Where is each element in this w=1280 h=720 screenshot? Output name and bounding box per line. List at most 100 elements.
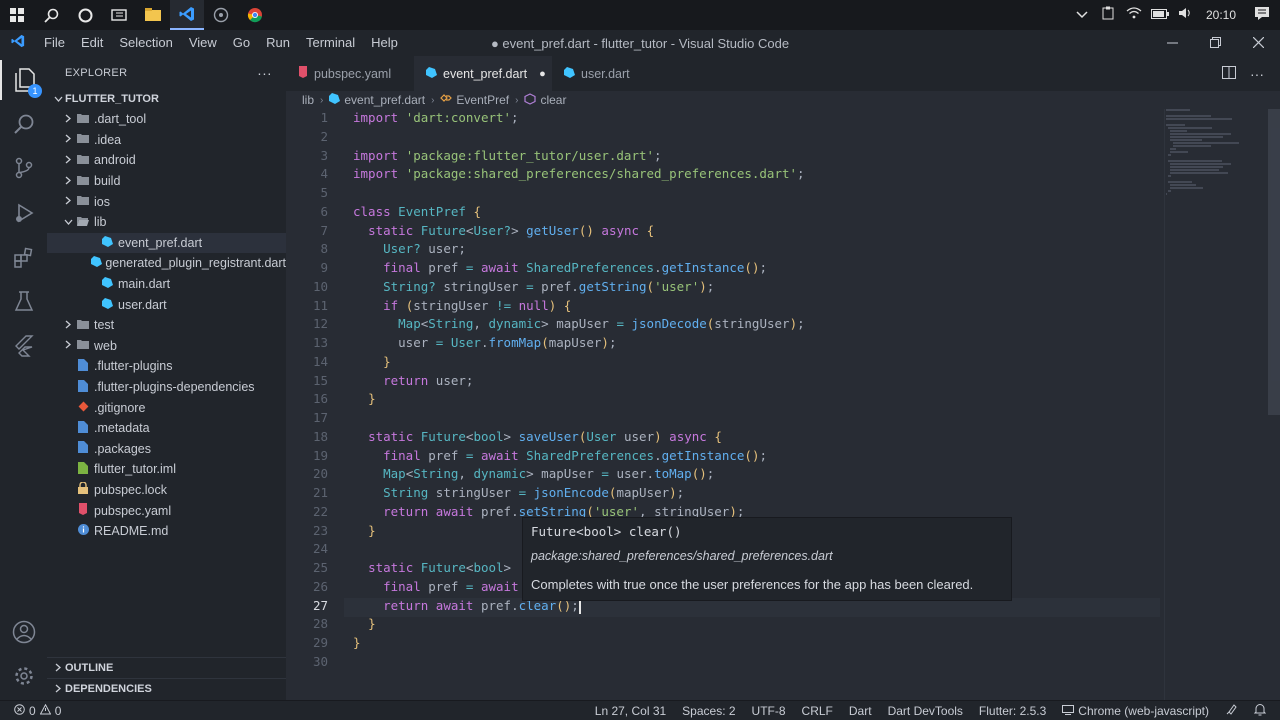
tree-item[interactable]: pubspec.yaml bbox=[47, 500, 286, 521]
feedback-icon[interactable] bbox=[1225, 703, 1238, 719]
settings-gear-icon[interactable] bbox=[0, 656, 47, 696]
tree-item[interactable]: .gitignore bbox=[47, 397, 286, 418]
tab-pubspec-yaml[interactable]: pubspec.yaml bbox=[286, 56, 414, 91]
search-view-icon[interactable] bbox=[0, 104, 47, 144]
tree-item[interactable]: event_pref.dart bbox=[47, 232, 286, 254]
tree-item[interactable]: .flutter-plugins-dependencies bbox=[47, 377, 286, 398]
dart-devtools[interactable]: Dart DevTools bbox=[888, 704, 963, 718]
wifi-icon[interactable] bbox=[1124, 7, 1144, 23]
code-line[interactable]: user = User.fromMap(mapUser); bbox=[353, 334, 1153, 353]
language-mode[interactable]: Dart bbox=[849, 704, 872, 718]
outline-section[interactable]: OUTLINE bbox=[47, 657, 286, 678]
extensions-icon[interactable] bbox=[0, 238, 47, 278]
editor-scrollbar[interactable] bbox=[1268, 109, 1280, 415]
code-line[interactable]: String stringUser = jsonEncode(mapUser); bbox=[353, 484, 1153, 503]
tree-item[interactable]: pubspec.lock bbox=[47, 480, 286, 501]
explorer-icon[interactable]: 1 bbox=[0, 60, 47, 100]
menu-selection[interactable]: Selection bbox=[111, 30, 180, 56]
dependencies-section[interactable]: DEPENDENCIES bbox=[47, 678, 286, 699]
code-editor[interactable]: 1 2 3 4 5 6 7 8 9 10 11 12 13 14 15 16 17 18 19 20 21 22 23 24 2… bbox=[286, 109, 1280, 700]
tree-item[interactable]: main.dart bbox=[47, 274, 286, 295]
source-control-icon[interactable] bbox=[0, 148, 47, 188]
tree-item[interactable]: .flutter-plugins bbox=[47, 356, 286, 377]
menu-terminal[interactable]: Terminal bbox=[298, 30, 363, 56]
code-line[interactable]: if (stringUser != null) { bbox=[353, 297, 1153, 316]
code-line[interactable]: Map<String, dynamic> mapUser = jsonDecod… bbox=[353, 315, 1153, 334]
clipboard-icon[interactable] bbox=[1098, 6, 1118, 24]
menu-help[interactable]: Help bbox=[363, 30, 406, 56]
tree-item[interactable]: .metadata bbox=[47, 418, 286, 439]
tree-item[interactable]: user.dart bbox=[47, 294, 286, 315]
task-view-icon[interactable] bbox=[102, 0, 136, 30]
breadcrumb-file[interactable]: event_pref.dart bbox=[344, 93, 425, 107]
testing-icon[interactable] bbox=[0, 282, 47, 322]
code-line[interactable]: } bbox=[353, 353, 1153, 372]
more-actions-icon[interactable]: ··· bbox=[1250, 66, 1264, 82]
code-line[interactable]: import 'package:shared_preferences/share… bbox=[353, 165, 1153, 184]
code-line[interactable]: import 'package:flutter_tutor/user.dart'… bbox=[353, 147, 1153, 166]
code-line[interactable]: } bbox=[353, 390, 1153, 409]
windows-start-icon[interactable] bbox=[0, 0, 34, 30]
tree-item[interactable]: ios bbox=[47, 191, 286, 212]
code-line[interactable]: static Future<bool> saveUser(User user) … bbox=[353, 428, 1153, 447]
chevron-up-icon[interactable] bbox=[1072, 8, 1092, 23]
tree-item[interactable]: flutter_tutor.iml bbox=[47, 459, 286, 480]
menu-file[interactable]: File bbox=[36, 30, 73, 56]
code-line[interactable] bbox=[353, 184, 1153, 203]
menu-run[interactable]: Run bbox=[258, 30, 298, 56]
code-line[interactable]: User? user; bbox=[353, 240, 1153, 259]
run-debug-icon[interactable] bbox=[0, 193, 47, 233]
cortana-icon[interactable] bbox=[68, 0, 102, 30]
minimap[interactable] bbox=[1166, 109, 1266, 195]
gallery-icon[interactable] bbox=[204, 0, 238, 30]
file-encoding[interactable]: UTF-8 bbox=[752, 704, 786, 718]
code-line[interactable]: String? stringUser = pref.getString('use… bbox=[353, 278, 1153, 297]
code-line[interactable]: Map<String, dynamic> mapUser = user.toMa… bbox=[353, 465, 1153, 484]
tab-user-dart[interactable]: user.dart bbox=[552, 56, 660, 91]
clock[interactable]: 20:10 bbox=[1206, 8, 1236, 22]
code-line[interactable]: static Future<User?> getUser() async { bbox=[353, 222, 1153, 241]
flutter-version[interactable]: Flutter: 2.5.3 bbox=[979, 704, 1046, 718]
cursor-position[interactable]: Ln 27, Col 31 bbox=[595, 704, 666, 718]
tree-item[interactable]: .packages bbox=[47, 439, 286, 460]
code-line[interactable]: } bbox=[353, 634, 1153, 653]
line-ending[interactable]: CRLF bbox=[802, 704, 833, 718]
breadcrumb-method[interactable]: clear bbox=[540, 93, 566, 107]
notification-icon[interactable] bbox=[1252, 6, 1272, 24]
restore-icon[interactable] bbox=[1194, 35, 1237, 51]
tree-item[interactable]: .idea bbox=[47, 130, 286, 151]
tree-item[interactable]: build bbox=[47, 171, 286, 192]
tree-item[interactable]: lib bbox=[47, 212, 286, 233]
tree-item[interactable]: .dart_tool bbox=[47, 109, 286, 130]
vscode-icon[interactable] bbox=[170, 0, 204, 30]
tree-item[interactable]: README.md bbox=[47, 521, 286, 542]
breadcrumb-folder[interactable]: lib bbox=[302, 93, 314, 107]
battery-icon[interactable] bbox=[1150, 8, 1170, 23]
device-selector[interactable]: Chrome (web-javascript) bbox=[1062, 704, 1209, 718]
project-root[interactable]: FLUTTER_TUTOR bbox=[47, 89, 286, 109]
close-icon[interactable] bbox=[1237, 35, 1280, 51]
problems-indicator[interactable]: 0 0 bbox=[0, 703, 61, 718]
notification-bell-icon[interactable] bbox=[1253, 703, 1267, 719]
tab-event-pref-dart[interactable]: event_pref.dart ● bbox=[414, 56, 552, 91]
split-editor-icon[interactable] bbox=[1222, 65, 1236, 82]
code-line[interactable]: final pref = await SharedPreferences.get… bbox=[353, 447, 1153, 466]
unsaved-dot-icon[interactable]: ● bbox=[539, 68, 546, 80]
breadcrumb-class[interactable]: EventPref bbox=[456, 93, 509, 107]
account-icon[interactable] bbox=[0, 612, 47, 652]
code-line[interactable]: final pref = await SharedPreferences.get… bbox=[353, 259, 1153, 278]
chrome-icon[interactable] bbox=[238, 0, 272, 30]
tree-item[interactable]: web bbox=[47, 336, 286, 357]
minimize-icon[interactable] bbox=[1151, 35, 1194, 51]
code-line[interactable]: import 'dart:convert'; bbox=[353, 109, 1153, 128]
menu-edit[interactable]: Edit bbox=[73, 30, 111, 56]
code-line[interactable]: return user; bbox=[353, 372, 1153, 391]
indentation[interactable]: Spaces: 2 bbox=[682, 704, 735, 718]
file-explorer-icon[interactable] bbox=[136, 0, 170, 30]
code-line[interactable] bbox=[353, 409, 1153, 428]
menu-view[interactable]: View bbox=[181, 30, 225, 56]
code-line[interactable] bbox=[353, 653, 1153, 672]
tree-item[interactable]: test bbox=[47, 315, 286, 336]
tree-item[interactable]: android bbox=[47, 150, 286, 171]
code-line[interactable] bbox=[353, 128, 1153, 147]
